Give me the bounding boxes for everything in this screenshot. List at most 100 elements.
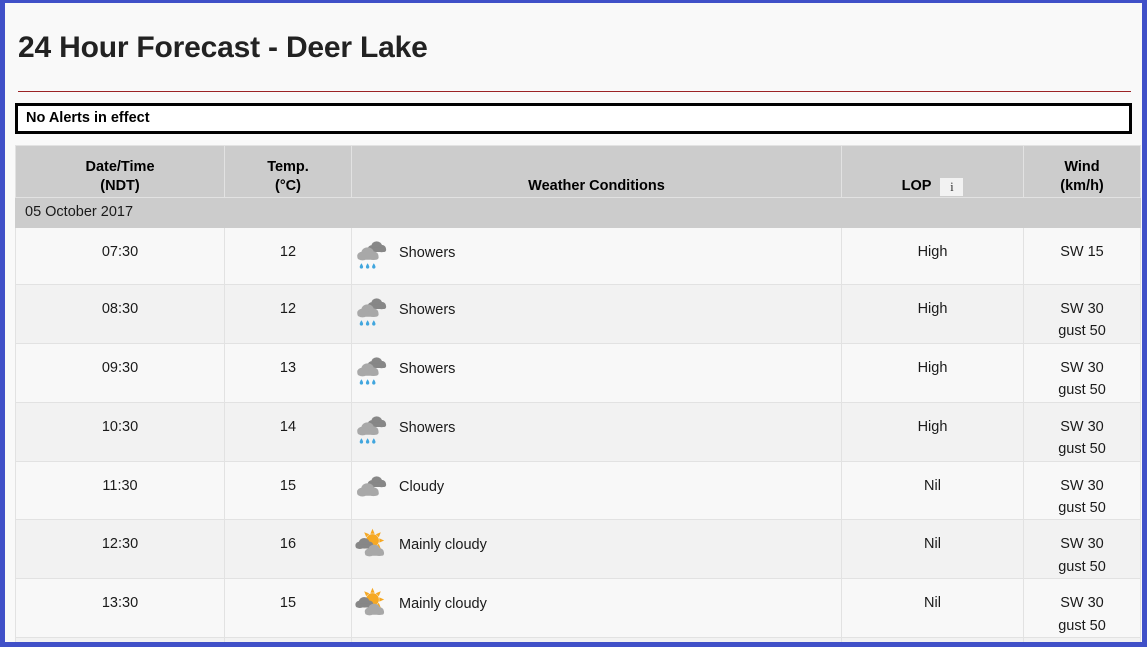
- wind-header-line2: (km/h): [1060, 178, 1104, 195]
- datetime-header-line1: Date/Time: [85, 158, 155, 175]
- condition-wrapper: Mainly cloudy: [352, 587, 841, 625]
- date-band-label: 05 October 2017: [15, 196, 1141, 228]
- table-header: Date/Time (NDT) Temp. (°C) Weather Condi…: [15, 144, 1141, 198]
- cell-datetime: 11:30: [15, 460, 225, 521]
- temp-header-line2: (°C): [275, 178, 301, 195]
- wind-gust: gust 50: [1058, 323, 1106, 340]
- cell-wind: SW 30 gust 50: [1023, 401, 1141, 462]
- condition-label: Showers: [399, 419, 456, 436]
- column-header-weather-conditions: Weather Conditions: [351, 144, 842, 198]
- table-body: 05 October 2017 07:30 12 Showers High SW 15 08…: [15, 196, 1141, 642]
- wind-speed: SW 30: [1060, 595, 1104, 612]
- wind-gust: gust 50: [1058, 441, 1106, 458]
- condition-label: Cloudy: [399, 478, 445, 495]
- showers-icon: [357, 357, 387, 385]
- wind-speed: SW 30: [1060, 536, 1104, 553]
- cell-temperature: 12: [224, 226, 352, 285]
- cell-weather-condition: Showers: [351, 226, 842, 285]
- cell-lop: High: [841, 342, 1024, 403]
- forecast-page: 24 Hour Forecast - Deer Lake No Alerts i…: [0, 0, 1147, 647]
- forecast-table: Date/Time (NDT) Temp. (°C) Weather Condi…: [15, 144, 1141, 642]
- lop-header-label: LOP: [901, 178, 932, 195]
- cell-weather-condition: Mainly cloudy: [351, 578, 842, 639]
- table-row: 12:30 16 Mainly cloudy Nil SW 30 gust 50: [15, 519, 1141, 580]
- condition-wrapper: Showers: [352, 236, 841, 274]
- header-row: Date/Time (NDT) Temp. (°C) Weather Condi…: [15, 144, 1141, 198]
- condition-wrapper: Mainly cloudy: [352, 528, 841, 566]
- wind-header-line1: Wind: [1064, 158, 1100, 175]
- title-divider: [18, 90, 1131, 92]
- cell-weather-condition: A mix of sun and cloud: [351, 637, 842, 642]
- table-row: 14:3015A mix of sun and cloudNilSW 30gus…: [15, 637, 1141, 642]
- wind-gust: gust 50: [1058, 617, 1106, 634]
- condition-wrapper: Showers: [352, 293, 841, 331]
- cell-lop: Nil: [841, 460, 1024, 521]
- cell-temperature: 12: [224, 283, 352, 344]
- cell-datetime: 12:30: [15, 519, 225, 580]
- cell-lop: Nil: [841, 637, 1024, 642]
- wind-gust: gust 50: [1058, 382, 1106, 399]
- condition-label: Showers: [399, 360, 456, 377]
- table-row: 09:30 13 Showers High SW 30 gust 50: [15, 342, 1141, 403]
- cell-weather-condition: Mainly cloudy: [351, 519, 842, 580]
- table-row: 08:30 12 Showers High SW 30 gust 50: [15, 283, 1141, 344]
- cell-wind: SW 30gust 50: [1023, 637, 1141, 642]
- condition-label: Mainly cloudy: [399, 596, 487, 613]
- mainly-cloudy-icon: [355, 529, 385, 557]
- condition-label: Mainly cloudy: [399, 537, 487, 554]
- cell-wind: SW 30gust 50: [1023, 519, 1141, 580]
- cell-datetime: 13:30: [15, 578, 225, 639]
- cell-weather-condition: Showers: [351, 283, 842, 344]
- temp-header-line1: Temp.: [267, 158, 309, 175]
- wind-speed: SW 15: [1060, 243, 1104, 260]
- showers-icon: [357, 241, 387, 269]
- cell-lop: High: [841, 401, 1024, 462]
- wind-speed: SW 30: [1060, 418, 1104, 435]
- cell-weather-condition: Showers: [351, 342, 842, 403]
- column-header-temperature: Temp. (°C): [224, 144, 352, 198]
- cell-datetime: 14:30: [15, 637, 225, 642]
- mainly-cloudy-icon: [355, 588, 385, 616]
- alert-text: No Alerts in effect: [26, 109, 150, 126]
- wind-speed: SW 30: [1060, 300, 1104, 317]
- table-row: 07:30 12 Showers High SW 15: [15, 226, 1141, 285]
- wind-speed: SW 30: [1060, 359, 1104, 376]
- cell-wind: SW 30 gust 50: [1023, 460, 1141, 521]
- condition-label: Showers: [399, 244, 456, 261]
- wind-gust: gust 50: [1058, 499, 1106, 516]
- cell-temperature: 15: [224, 578, 352, 639]
- cell-temperature: 15: [224, 637, 352, 642]
- cell-lop: High: [841, 283, 1024, 344]
- cell-temperature: 14: [224, 401, 352, 462]
- cell-datetime: 10:30: [15, 401, 225, 462]
- cell-wind: SW 30 gust 50: [1023, 283, 1141, 344]
- cell-wind: SW 30 gust 50: [1023, 578, 1141, 639]
- column-header-datetime: Date/Time (NDT): [15, 144, 225, 198]
- cell-datetime: 07:30: [15, 226, 225, 285]
- condition-wrapper: Cloudy: [352, 470, 841, 508]
- table-row: 10:30 14 Showers High SW 30 gust 50: [15, 401, 1141, 462]
- date-band-row: 05 October 2017: [15, 196, 1141, 228]
- showers-icon: [357, 298, 387, 326]
- showers-icon: [357, 415, 387, 444]
- condition-wrapper: Showers: [352, 411, 841, 449]
- wind-speed: SW 30: [1060, 477, 1104, 494]
- table-row: 13:30 15 Mainly cloudy Nil SW 30 gust 50: [15, 578, 1141, 639]
- cell-wind: SW 30 gust 50: [1023, 342, 1141, 403]
- cell-datetime: 08:30: [15, 283, 225, 344]
- cell-lop: Nil: [841, 519, 1024, 580]
- column-header-wind: Wind (km/h): [1023, 144, 1141, 198]
- column-header-lop: LOP i: [841, 144, 1024, 198]
- table-row: 11:30 15 Cloudy Nil SW 30 gust 50: [15, 460, 1141, 521]
- cell-datetime: 09:30: [15, 342, 225, 403]
- page-title: 24 Hour Forecast - Deer Lake: [18, 31, 428, 65]
- cell-weather-condition: Cloudy: [351, 460, 842, 521]
- info-icon[interactable]: i: [940, 177, 964, 196]
- cell-temperature: 13: [224, 342, 352, 403]
- condition-wrapper: Showers: [352, 352, 841, 390]
- cell-temperature: 16: [224, 519, 352, 580]
- cell-weather-condition: Showers: [351, 401, 842, 462]
- cell-lop: High: [841, 226, 1024, 285]
- cloudy-icon: [356, 475, 387, 497]
- cell-temperature: 15: [224, 460, 352, 521]
